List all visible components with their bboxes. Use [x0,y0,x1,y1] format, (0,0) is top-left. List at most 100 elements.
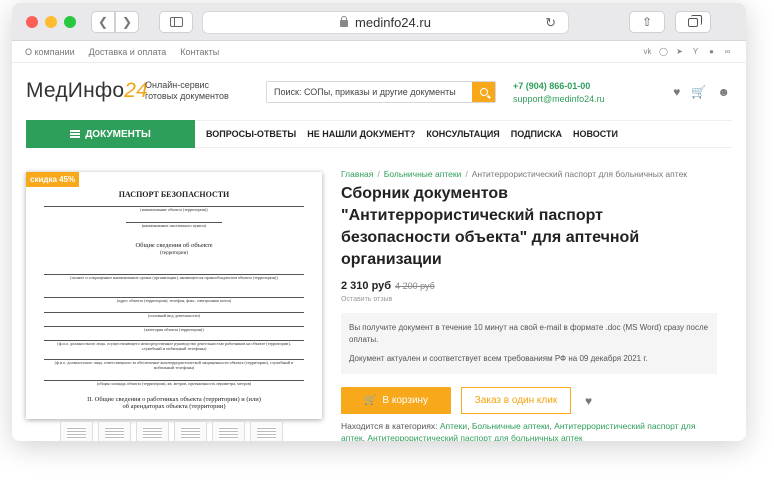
categories-label: Находится в категориях: [341,421,438,431]
main-menu: ДОКУМЕНТЫ ВОПРОСЫ-ОТВЕТЫ НЕ НАШЛИ ДОКУМЕ… [26,120,732,148]
doc-caption: (наименование объекта (территории)) [140,207,208,212]
minimize-window-button[interactable] [45,16,57,28]
product-title: Сборник документов "Антитеррористический… [341,185,640,268]
address-bar[interactable]: medinfo24.ru ↻ [202,11,569,34]
link-about[interactable]: О компании [25,47,75,57]
notice-actuality-text: Документ актуален и соответствует всем т… [349,354,648,363]
browser-window: ❮ ❯ medinfo24.ru ↻ ⇧ О компании Доставка… [12,3,746,441]
menu-item-news[interactable]: НОВОСТИ [573,129,618,139]
menu-item-consultation[interactable]: КОНСУЛЬТАЦИЯ [426,129,499,139]
delivery-notice: Вы получите документ в течение 10 минут … [341,313,717,374]
lock-icon [340,16,349,27]
site-tagline: Онлайн-сервис готовых документов [145,80,229,101]
thumbnail[interactable] [212,421,245,441]
doc-caption: (общая площадь объекта (территории), кв.… [96,381,252,386]
thumbnail[interactable] [250,421,283,441]
forward-button[interactable]: ❯ [115,11,139,33]
current-price: 2 310 руб [341,280,392,292]
sidebar-icon [169,17,183,27]
category-link[interactable]: Больничные аптеки [472,421,550,431]
add-to-favorites-icon[interactable]: ♥ [585,394,592,408]
breadcrumb-current: Антитеррористический паспорт для больнич… [471,169,688,179]
basket-icon: 🛒 [363,395,377,406]
purchase-actions: 🛒 В корзину Заказ в один клик ♥ [341,387,736,414]
top-links-bar: О компании Доставка и оплата Контакты vk… [12,41,746,63]
leave-review-link[interactable]: Оставить отзыв [341,296,736,303]
product-info: Главная / Больничные аптеки / Антитеррористи… [341,169,736,441]
thumbnail[interactable] [136,421,169,441]
site-header: МедИнфо24 Онлайн-сервис готовых документ… [12,63,746,120]
doc-caption: (полное и сокращенное наименование орган… [70,275,278,280]
breadcrumb: Главная / Больничные аптеки / Антитеррористи… [341,169,688,179]
ok-icon[interactable]: ∞ [723,47,732,56]
search-input[interactable] [267,82,472,102]
thumbnail[interactable] [98,421,131,441]
account-icon[interactable]: ☻ [717,85,730,99]
add-to-cart-button[interactable]: 🛒 В корзину [341,387,451,414]
add-to-cart-label: В корзину [382,395,429,406]
link-delivery[interactable]: Доставка и оплата [89,47,167,57]
thumbnail[interactable] [60,421,93,441]
search-box [266,81,496,103]
category-link[interactable]: Антитеррористический паспорт для больнич… [367,433,582,441]
odnoklassniki-icon[interactable]: ● [707,47,716,56]
sidebar-toggle-button[interactable] [159,11,193,33]
close-window-button[interactable] [26,16,38,28]
cart-icon[interactable]: 🛒 [691,85,706,99]
documents-menu-label: ДОКУМЕНТЫ [85,128,151,140]
back-button[interactable]: ❮ [91,11,115,33]
doc-section: II. Общие сведения о работниках объекта … [87,396,261,410]
share-icon: ⇧ [641,15,653,29]
one-click-order-button[interactable]: Заказ в один клик [461,387,571,414]
thumbnail[interactable] [174,421,207,441]
logo-text: МедИнфо [26,79,125,102]
vk-icon[interactable]: vk [643,47,652,56]
search-button[interactable] [472,82,495,102]
doc-caption: (категория объекта (территории)) [144,327,204,332]
url-text: medinfo24.ru [355,15,431,30]
reload-icon[interactable]: ↻ [545,15,556,31]
favorites-icon[interactable]: ♥ [673,85,680,99]
doc-caption: (наименование населенного пункта) [141,223,207,228]
doc-caption: (ф.и.о. должностного лица, ответственног… [54,360,294,370]
documents-menu-button[interactable]: ДОКУМЕНТЫ [26,120,195,148]
tabs-overview-button[interactable] [675,11,711,33]
instagram-icon[interactable]: ◯ [659,47,668,56]
site-logo[interactable]: МедИнфо24 [26,79,148,103]
notice-delivery-text: Вы получите документ в течение 10 минут … [349,323,709,344]
menu-icon [70,130,81,138]
product-categories: Находится в категориях: Аптеки, Больничн… [341,421,696,441]
link-contacts[interactable]: Контакты [180,47,219,57]
price-block: 2 310 руб 4 200 руб [341,280,736,292]
doc-section-sub: (территории) [160,251,188,256]
old-price: 4 200 руб [395,281,435,291]
category-link[interactable]: Аптеки [440,421,467,431]
doc-section: Общие сведения об объекте [135,242,213,249]
maximize-window-button[interactable] [64,16,76,28]
doc-caption: (ф.и.о. должностного лица, осуществляюще… [57,341,291,351]
breadcrumb-home[interactable]: Главная [341,169,373,179]
breadcrumb-category[interactable]: Больничные аптеки [384,169,462,179]
yandex-icon[interactable]: Y [691,47,700,56]
doc-caption: (адрес объекта (территории), телефон, фа… [116,298,232,303]
preview-thumbnails [60,421,283,441]
doc-caption: (основной вид деятельности) [147,313,201,318]
chevron-left-icon: ❮ [97,15,109,29]
phone-link[interactable]: +7 (904) 866-01-00 [513,80,605,93]
social-links: vk ◯ ➤ Y ● ∞ [643,47,732,56]
tabs-icon [688,14,702,27]
menu-item-faq[interactable]: ВОПРОСЫ-ОТВЕТЫ [206,129,296,139]
share-button[interactable]: ⇧ [629,11,665,33]
menu-item-subscription[interactable]: ПОДПИСКА [511,129,562,139]
chevron-right-icon: ❯ [121,15,133,29]
menu-items: ВОПРОСЫ-ОТВЕТЫ НЕ НАШЛИ ДОКУМЕНТ? КОНСУЛ… [206,121,618,147]
doc-title: ПАСПОРТ БЕЗОПАСНОСТИ [118,190,230,199]
header-icons: ♥ 🛒 ☻ [673,85,730,99]
header-contacts: +7 (904) 866-01-00 support@medinfo24.ru [513,80,605,106]
browser-titlebar: ❮ ❯ medinfo24.ru ↻ ⇧ [12,3,746,41]
telegram-icon[interactable]: ➤ [675,47,684,56]
document-preview-image[interactable]: скидка 45% ПАСПОРТ БЕЗОПАСНОСТИ (наимено… [26,172,322,419]
discount-badge: скидка 45% [26,172,80,187]
menu-item-not-found[interactable]: НЕ НАШЛИ ДОКУМЕНТ? [307,129,415,139]
email-link[interactable]: support@medinfo24.ru [513,93,605,106]
